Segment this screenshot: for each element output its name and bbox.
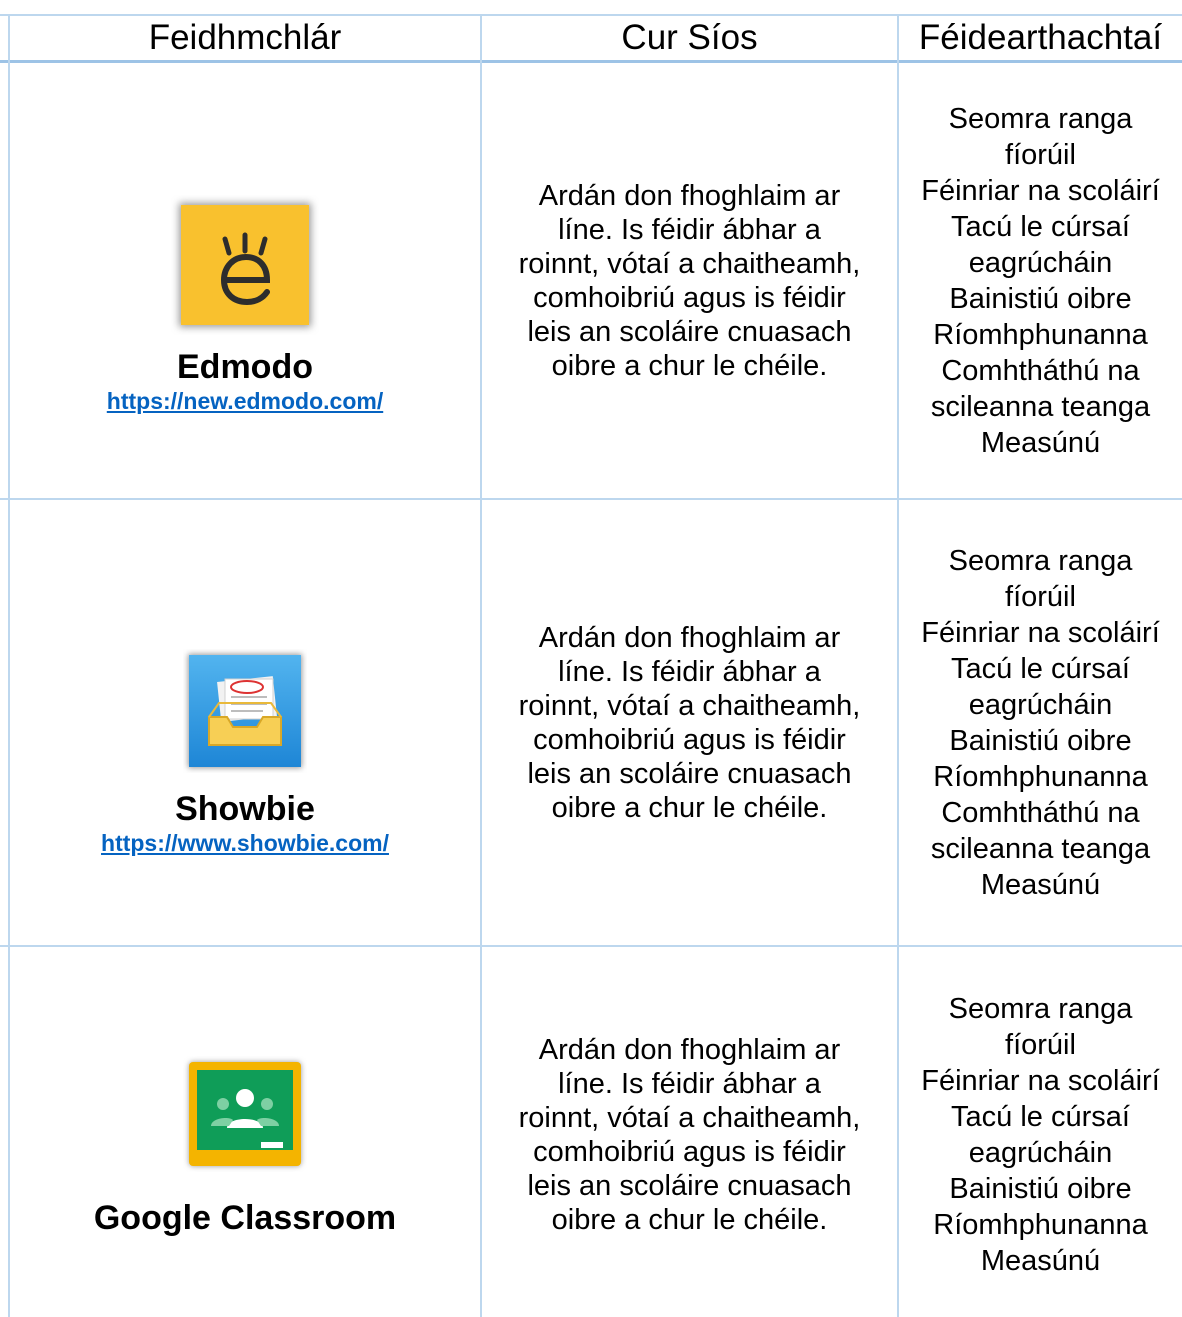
google-classroom-icon	[183, 1056, 307, 1172]
description-line: oibre a chur le chéile.	[551, 349, 828, 382]
feature-item: Bainistiú oibre	[949, 724, 1132, 757]
feature-item: eagrúcháin	[968, 688, 1113, 721]
description-line: leis an scoláire cnuasach	[527, 315, 852, 348]
header-description: Cur Síos	[621, 18, 758, 57]
feature-item: scileanna teanga	[930, 832, 1151, 865]
feature-item: Ríomhphunanna	[933, 1209, 1148, 1241]
feature-item: eagrúcháin	[968, 246, 1113, 279]
description-cell-google-classroom: Ardán don fhoghlaim ar líne. Is féidir á…	[482, 947, 897, 1317]
feature-item: Tacú le cúrsaí	[951, 1101, 1130, 1133]
feature-item: Ríomhphunanna	[933, 760, 1148, 793]
app-link[interactable]: https://new.edmodo.com/	[107, 387, 383, 415]
feature-item: Comhtháthú na	[941, 796, 1140, 829]
app-cell-edmodo: Edmodo https://new.edmodo.com/	[10, 63, 480, 498]
features-cell-google-classroom: Seomra ranga fíorúil Féinriar na scoláir…	[899, 947, 1182, 1317]
description-line: comhoibriú agus is féidir	[533, 1136, 846, 1168]
description-line: roinnt, vótaí a chaitheamh,	[518, 1102, 861, 1134]
app-name: Google Classroom	[93, 1199, 397, 1237]
description-cell-showbie: Ardán don fhoghlaim ar líne. Is féidir á…	[482, 500, 897, 945]
description-line: leis an scoláire cnuasach	[527, 1170, 852, 1202]
description-line: oibre a chur le chéile.	[551, 791, 828, 824]
feature-item: scileanna teanga	[930, 390, 1151, 423]
description-line: roinnt, vótaí a chaitheamh,	[518, 689, 861, 722]
description-cell-edmodo: Ardán don fhoghlaim ar líne. Is féidir á…	[482, 63, 897, 498]
feature-item: Seomra ranga	[948, 102, 1133, 135]
feature-item: Seomra ranga	[948, 544, 1133, 577]
feature-item: Féinriar na scoláirí	[921, 174, 1160, 207]
description-line: comhoibriú agus is féidir	[533, 723, 846, 756]
app-link[interactable]: https://www.showbie.com/	[101, 829, 389, 857]
feature-item: fíorúil	[1005, 580, 1076, 613]
description-line: oibre a chur le chéile.	[551, 1204, 828, 1236]
app-name: Showbie	[175, 789, 315, 828]
description-line: Ardán don fhoghlaim ar	[538, 179, 841, 212]
feature-item: Tacú le cúrsaí	[951, 652, 1130, 685]
description-line: líne. Is féidir ábhar a	[558, 213, 821, 246]
feature-item: Seomra ranga	[948, 993, 1133, 1025]
description-line: comhoibriú agus is féidir	[533, 281, 846, 314]
description-line: Ardán don fhoghlaim ar	[538, 1034, 841, 1066]
description-line: leis an scoláire cnuasach	[527, 757, 852, 790]
feature-item: Féinriar na scoláirí	[921, 616, 1160, 649]
features-cell-showbie: Seomra ranga fíorúil Féinriar na scoláir…	[899, 500, 1182, 945]
feature-item: Bainistiú oibre	[949, 282, 1132, 315]
feature-item: Ríomhphunanna	[933, 318, 1148, 351]
description-line: líne. Is féidir ábhar a	[558, 1068, 821, 1100]
feature-item: Tacú le cúrsaí	[951, 210, 1130, 243]
feature-item: fíorúil	[1005, 1029, 1076, 1061]
header-app: Feidhmchlár	[148, 18, 342, 57]
app-cell-google-classroom: Google Classroom	[10, 947, 480, 1317]
features-cell-edmodo: Seomra ranga fíorúil Féinriar na scoláir…	[899, 63, 1182, 498]
edmodo-icon	[171, 195, 319, 335]
feature-item: fíorúil	[1005, 138, 1076, 171]
feature-item: Bainistiú oibre	[949, 1173, 1132, 1205]
feature-item: Measúnú	[980, 1245, 1101, 1277]
app-cell-showbie: Showbie https://www.showbie.com/	[10, 500, 480, 945]
feature-item: Measúnú	[980, 868, 1101, 901]
feature-item: Féinriar na scoláirí	[921, 1065, 1160, 1097]
app-name: Edmodo	[177, 347, 313, 386]
feature-item: Comhtháthú na	[941, 354, 1140, 387]
header-features: Féidearthachtaí	[918, 18, 1163, 57]
description-line: Ardán don fhoghlaim ar	[538, 621, 841, 654]
description-line: roinnt, vótaí a chaitheamh,	[518, 247, 861, 280]
description-line: líne. Is féidir ábhar a	[558, 655, 821, 688]
feature-item: Measúnú	[980, 426, 1101, 459]
showbie-icon	[183, 649, 307, 773]
feature-item: eagrúcháin	[968, 1137, 1113, 1169]
